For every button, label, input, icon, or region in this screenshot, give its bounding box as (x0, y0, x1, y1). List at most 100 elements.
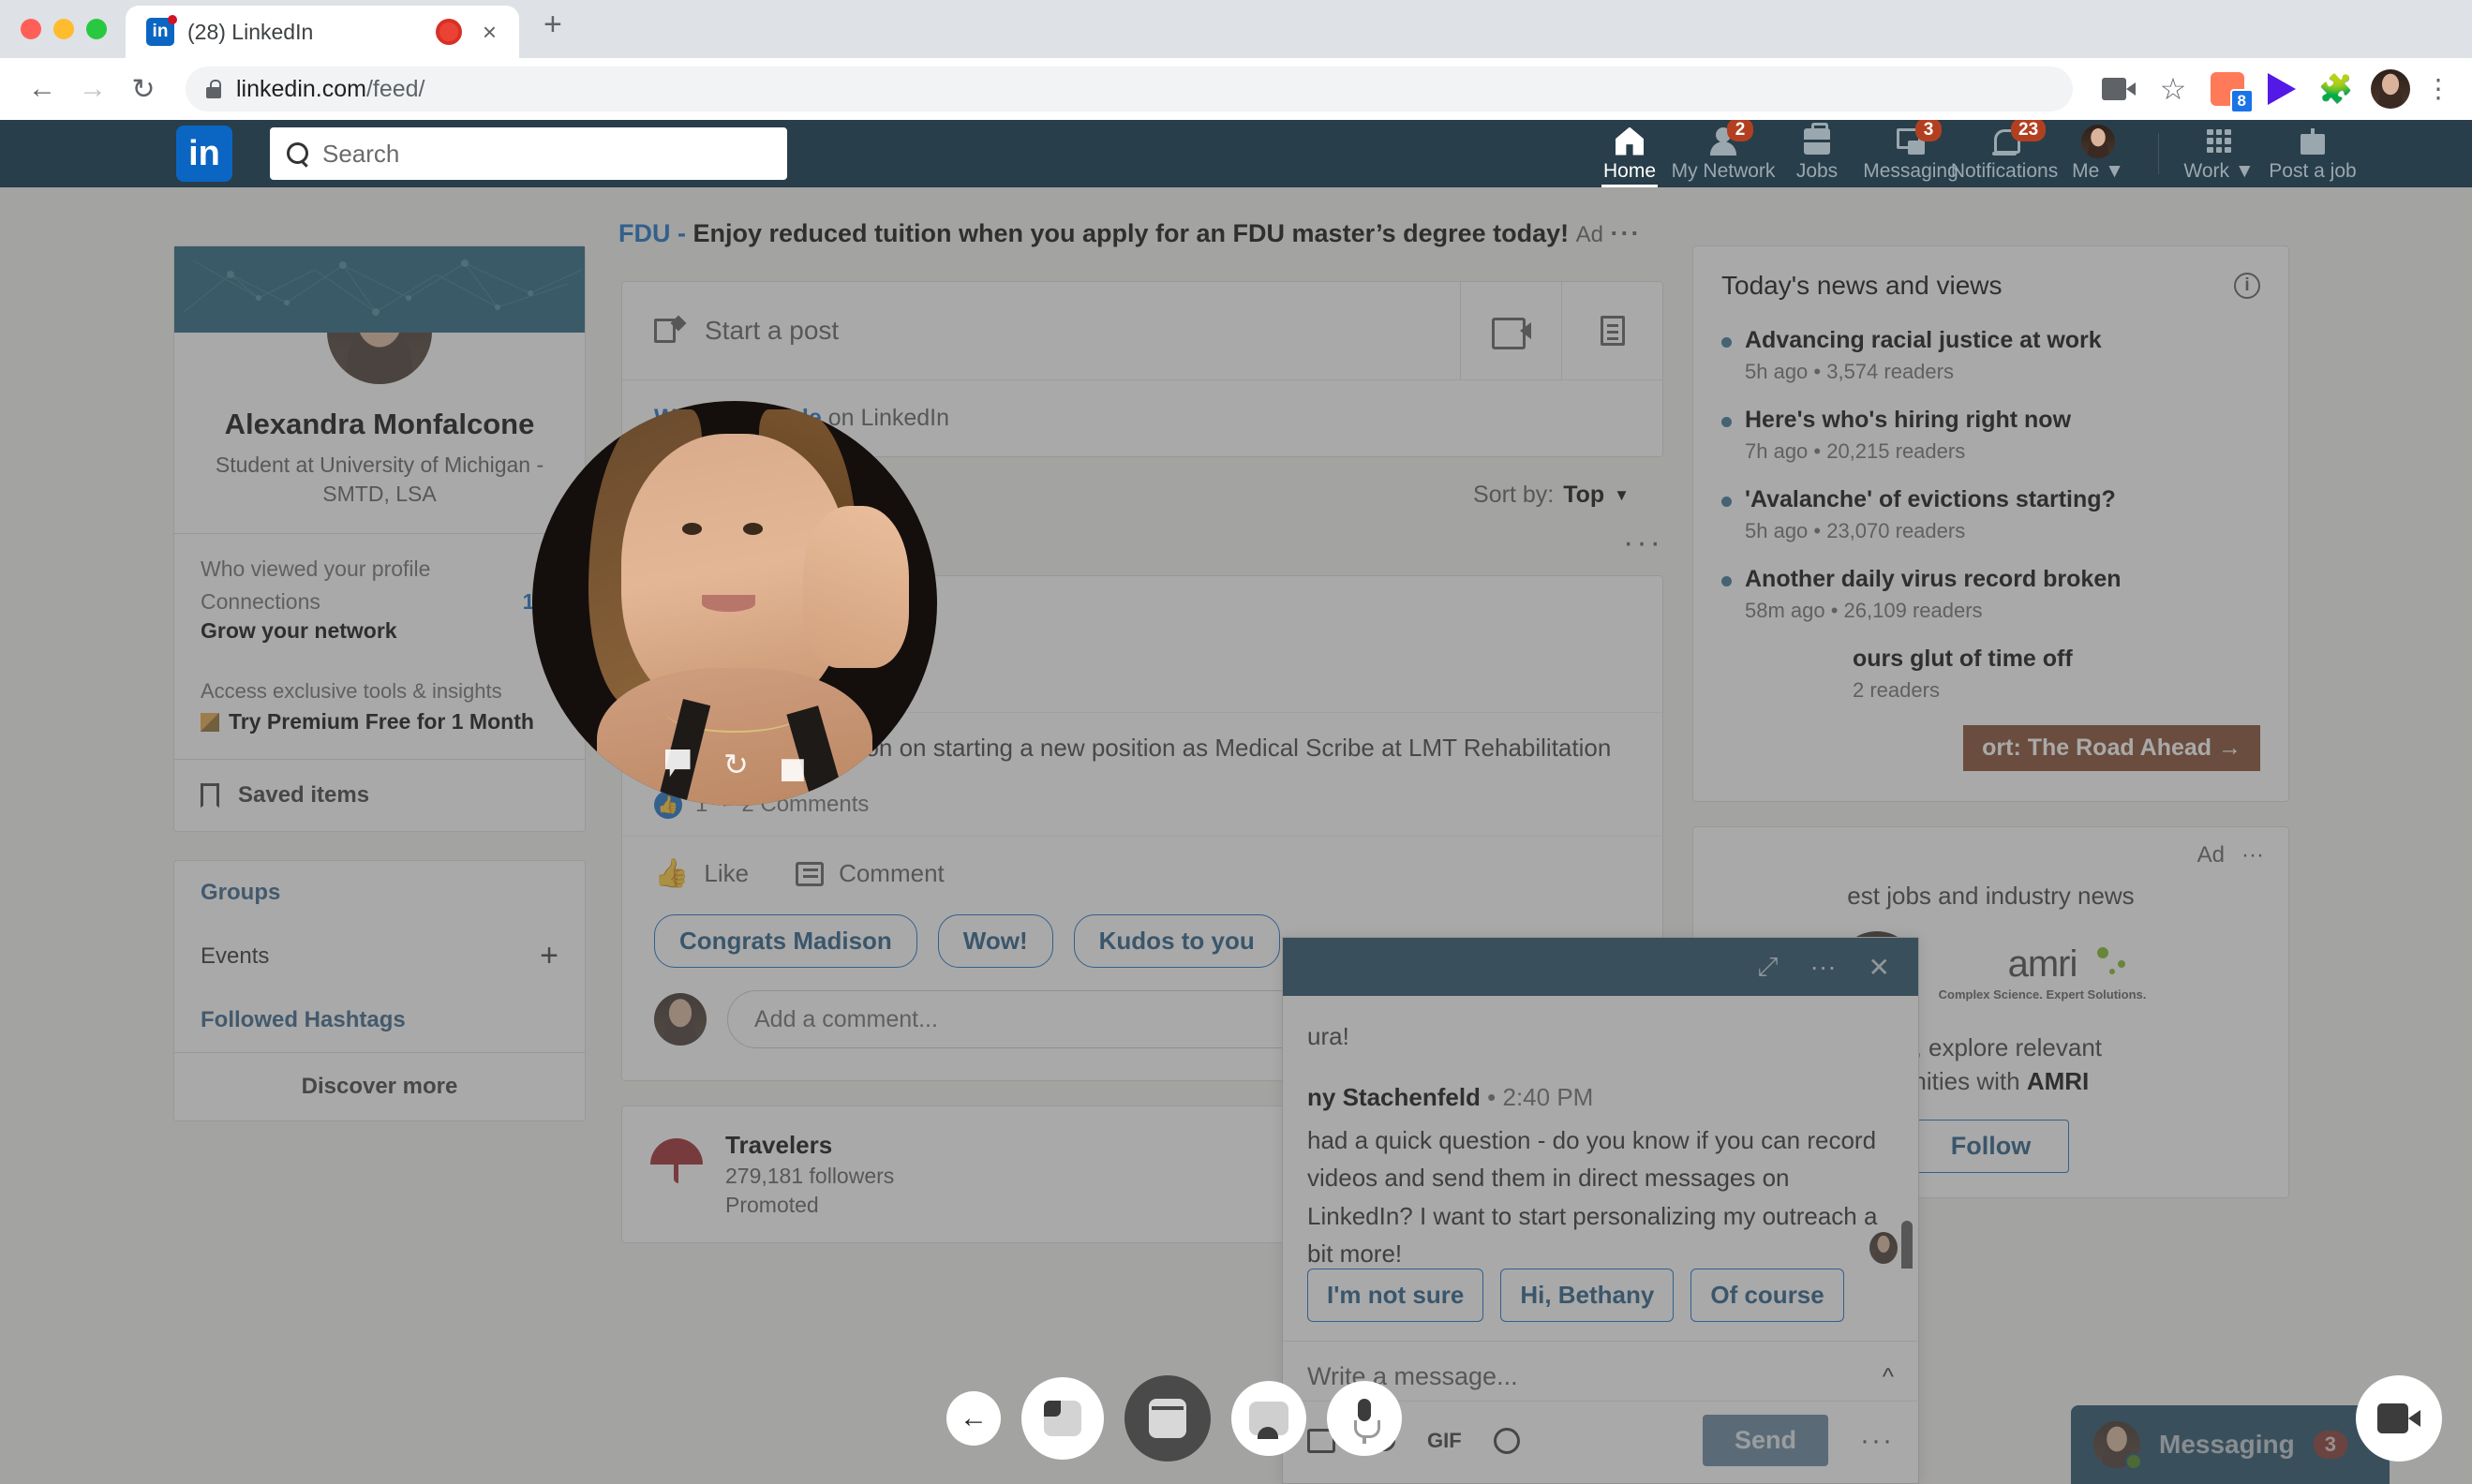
browser-tab[interactable]: in (28) LinkedIn × (126, 6, 519, 58)
nav-item-notifications[interactable]: 23 Notifications (1958, 120, 2051, 187)
news-card: Today's news and views i Advancing racia… (1692, 245, 2289, 802)
news-item[interactable]: Advancing racial justice at work 5h ago … (1693, 318, 2288, 397)
send-button[interactable]: Send (1703, 1415, 1828, 1466)
top-ad-banner[interactable]: FDU - Enjoy reduced tuition when you app… (618, 219, 1677, 248)
linkedin-logo[interactable]: in (176, 126, 232, 182)
info-icon[interactable]: i (2234, 273, 2260, 299)
nav-item-home[interactable]: Home (1583, 120, 1676, 187)
maximize-window-button[interactable] (86, 19, 107, 39)
sort-label: Sort by: (1473, 482, 1554, 509)
share-screen-icon[interactable] (1021, 1377, 1104, 1460)
quick-reply-congrats[interactable]: Congrats Madison (654, 914, 917, 968)
stat-row-profile-views[interactable]: Who viewed your profile 14 (174, 553, 585, 586)
rotate-camera-icon[interactable]: ↻ (723, 749, 755, 781)
stat-row-connections[interactable]: Connections 179 (174, 586, 585, 618)
add-event-icon[interactable]: + (540, 945, 558, 968)
nav-item-my-network[interactable]: 2 My Network (1676, 120, 1770, 187)
ad-menu-icon[interactable]: ··· (1611, 219, 1642, 247)
quick-reply-of-course[interactable]: Of course (1690, 1269, 1843, 1322)
news-item[interactable]: ours glut of time off 2 readers (1693, 636, 2288, 716)
ad-advertiser[interactable]: FDU - (618, 219, 686, 247)
news-cta-banner[interactable]: ort: The Road Ahead → (1963, 725, 2260, 771)
minimize-window-button[interactable] (53, 19, 74, 39)
chevron-down-icon[interactable]: ▼ (1614, 486, 1630, 505)
extensions-puzzle-icon[interactable]: 🧩 (2316, 69, 2356, 109)
quick-reply-not-sure[interactable]: I'm not sure (1307, 1269, 1483, 1322)
more-options-icon[interactable]: ··· (1810, 952, 1837, 982)
microphone-icon[interactable] (1327, 1381, 1402, 1456)
nav-item-me[interactable]: Me ▼ (2051, 120, 2145, 187)
reload-button[interactable]: ↻ (122, 67, 165, 111)
like-button[interactable]: 👍 Like (654, 857, 749, 890)
close-icon[interactable]: ✕ (1869, 952, 1890, 983)
camera-toggle-icon[interactable] (2356, 1375, 2442, 1462)
back-button[interactable]: ← (21, 67, 64, 111)
quick-reply-kudos[interactable]: Kudos to you (1074, 914, 1280, 968)
discover-more-button[interactable]: Discover more (174, 1053, 585, 1120)
chrome-menu-icon[interactable]: ⋮ (2425, 82, 2451, 96)
nav-label-work: Work ▼ (2183, 160, 2254, 183)
hubspot-extension-icon[interactable]: 8 (2208, 69, 2247, 109)
nav-item-post-a-job[interactable]: Post a job (2266, 120, 2360, 187)
emoji-icon[interactable] (1494, 1428, 1520, 1454)
gif-icon[interactable]: GIF (1427, 1429, 1462, 1453)
message-scrollbar[interactable] (1901, 1221, 1913, 1269)
video-camera-icon[interactable] (2099, 69, 2138, 109)
sort-value[interactable]: Top (1563, 482, 1604, 509)
layers-icon[interactable] (782, 749, 813, 781)
quick-reply-hi-bethany[interactable]: Hi, Bethany (1500, 1269, 1674, 1322)
like-label: Like (704, 859, 749, 888)
bookmark-star-icon[interactable]: ☆ (2153, 69, 2193, 109)
new-tab-button[interactable]: + (519, 7, 587, 58)
messaging-bar[interactable]: Messaging 3 ✎ (2071, 1405, 2390, 1484)
tab-recording-icon[interactable] (436, 19, 462, 45)
nav-label-notifications: Notifications (1951, 160, 2058, 183)
comment-button[interactable]: Comment (796, 857, 945, 890)
start-post-button[interactable]: Start a post (622, 282, 1460, 379)
nav-item-messaging[interactable]: 3 Messaging (1864, 120, 1958, 187)
nav-label-home: Home (1603, 160, 1656, 183)
follow-button[interactable]: Follow (1913, 1120, 2069, 1173)
quick-reply-wow[interactable]: Wow! (938, 914, 1053, 968)
ad-text: Enjoy reduced tuition when you apply for… (693, 219, 1570, 247)
browser-tab-bar: in (28) LinkedIn × + (0, 0, 2472, 58)
sidebar-item-events[interactable]: Events + (174, 925, 585, 988)
post-menu-icon[interactable]: ··· (1623, 535, 1663, 551)
premium-label: Try Premium Free for 1 Month (229, 709, 534, 735)
nav-item-work[interactable]: Work ▼ (2172, 120, 2266, 187)
news-item[interactable]: 'Avalanche' of evictions starting? 5h ag… (1693, 477, 2288, 556)
message-thread[interactable]: ura! ny Stachenfeld • 2:40 PM had a quic… (1283, 996, 1918, 1269)
news-item[interactable]: Here's who's hiring right now 7h ago • 2… (1693, 397, 2288, 477)
saved-items-link[interactable]: Saved items (174, 760, 585, 831)
outreach-extension-icon[interactable] (2262, 69, 2301, 109)
chevron-up-icon[interactable]: ^ (1883, 1362, 1894, 1391)
share-document-button[interactable] (1561, 282, 1662, 379)
close-window-button[interactable] (21, 19, 41, 39)
profile-name[interactable]: Alexandra Monfalcone (174, 408, 585, 441)
bell-icon: 23 (1992, 126, 2017, 157)
message-more-icon[interactable]: ··· (1860, 1433, 1894, 1447)
grow-network-link[interactable]: Grow your network (174, 618, 585, 651)
promoted-company-name[interactable]: Travelers (725, 1131, 894, 1160)
expand-icon[interactable]: ⤢ (1757, 952, 1778, 983)
news-title: Today's news and views (1721, 271, 2003, 301)
chat-bubble-icon[interactable] (665, 749, 697, 781)
back-icon[interactable]: ← (946, 1391, 1001, 1446)
news-item[interactable]: Another daily virus record broken 58m ag… (1693, 556, 2288, 636)
share-video-button[interactable] (1460, 282, 1561, 379)
sidebar-item-followed-hashtags[interactable]: Followed Hashtags (174, 988, 585, 1052)
sidebar-item-groups[interactable]: Groups (174, 861, 585, 925)
forward-button[interactable]: → (71, 67, 114, 111)
stop-recording-icon[interactable] (1124, 1375, 1211, 1462)
chat-icon[interactable] (1231, 1381, 1306, 1456)
browser-profile-avatar[interactable] (2371, 69, 2410, 109)
ad-menu-icon[interactable]: ··· (2241, 842, 2264, 868)
linkedin-body: FDU - Enjoy reduced tuition when you app… (0, 187, 2472, 1484)
camera-bubble[interactable] (532, 401, 937, 806)
nav-item-jobs[interactable]: Jobs (1770, 120, 1864, 187)
close-tab-button[interactable]: × (475, 18, 504, 47)
try-premium-button[interactable]: Try Premium Free for 1 Month (174, 704, 585, 759)
address-bar[interactable]: linkedin.com/feed/ (186, 67, 2073, 111)
search-input[interactable]: Search (270, 127, 787, 180)
premium-badge-icon (201, 713, 219, 732)
